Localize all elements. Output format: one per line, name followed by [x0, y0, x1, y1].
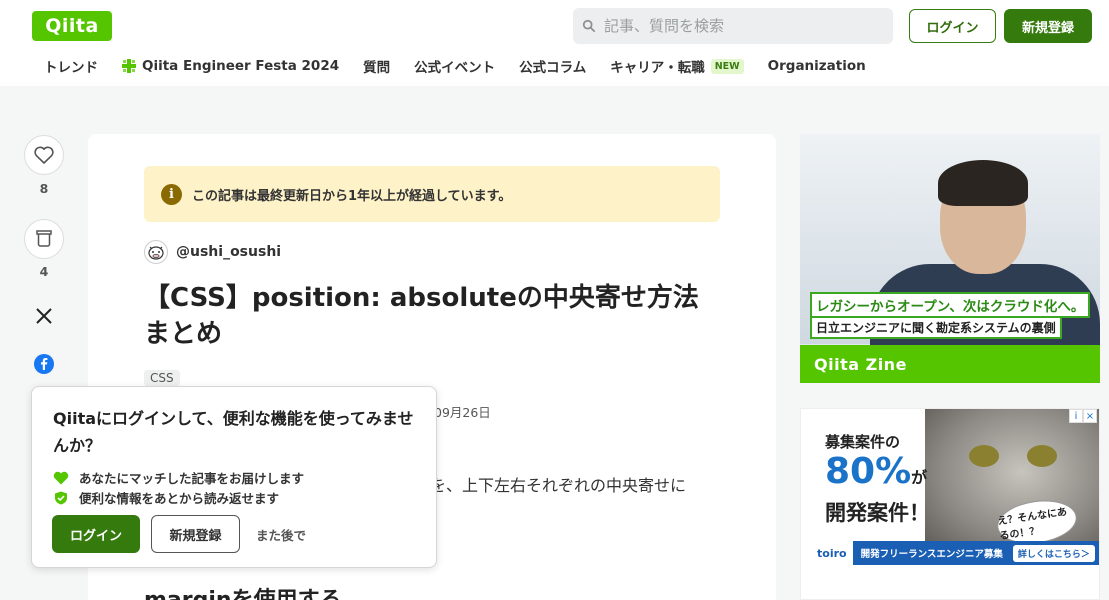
ad-caption-1: レガシーからオープン、次はクラウド化へ。 — [810, 292, 1091, 318]
nav-festa-label: Qiita Engineer Festa 2024 — [142, 58, 340, 74]
outdated-notice: i この記事は最終更新日から1年以上が経過しています。 — [144, 166, 720, 222]
toiro-logo: toiro — [811, 541, 853, 565]
nav-organization[interactable]: Organization — [768, 58, 866, 74]
ad2-bottom-bar: toiro 開発フリーランスエンジニア募集 詳しくはこちら＞ — [811, 541, 1099, 565]
site-header: Qiita ログイン 新規登録 トレンド Qiita Engineer Fest… — [0, 0, 1109, 86]
article-date: 09月26日 — [434, 405, 491, 420]
cat-eye-left — [969, 445, 999, 467]
stock-count: 4 — [39, 264, 49, 279]
popup-later-link[interactable]: また後で — [256, 525, 306, 544]
login-prompt-popup: Qiitaにログインして、便利な機能を使ってみませんか？ あなたにマッチした記事… — [31, 386, 437, 568]
popup-signup-button[interactable]: 新規登録 — [151, 515, 240, 553]
adchoices-icon[interactable]: i — [1069, 409, 1083, 423]
ad2-line3: 開発案件！ — [825, 501, 930, 525]
like-count: 8 — [39, 181, 49, 196]
nav-career-label: キャリア・転職 — [610, 60, 705, 76]
popup-login-button[interactable]: ログイン — [52, 515, 140, 553]
ad2-big-number: 80% — [825, 451, 912, 492]
ad2-ga: が — [911, 468, 928, 487]
facebook-share-button[interactable] — [34, 354, 54, 374]
cat-eye-right — [1027, 445, 1057, 467]
article-subheading: marginを使用する — [144, 582, 342, 600]
author[interactable]: @ushi_osushi — [144, 240, 281, 264]
nav-festa[interactable]: Qiita Engineer Festa 2024 — [122, 58, 339, 74]
ad2-cta-button[interactable]: 詳しくはこちら＞ — [1012, 544, 1095, 562]
article-title: 【CSS】position: absoluteの中央寄せ方法まとめ — [144, 283, 699, 349]
popup-feature-2-text: 便利な情報をあとから読み返せます — [79, 491, 280, 506]
nav-organization-label: Organization — [767, 58, 866, 74]
notice-text: この記事は最終更新日から1年以上が経過しています。 — [192, 188, 512, 204]
x-share-button[interactable] — [34, 306, 54, 326]
ad-caption-2: 日立エンジニアに聞く勘定系システムの裏側 — [810, 316, 1062, 339]
like-button[interactable] — [24, 135, 64, 175]
header-signup-button[interactable]: 新規登録 — [1004, 9, 1092, 43]
info-icon: i — [161, 183, 182, 205]
new-badge: NEW — [710, 58, 744, 74]
article-body-text: を、上下左右それぞれの中央寄せに — [430, 476, 687, 495]
nav-questions[interactable]: 質問 — [363, 56, 390, 76]
ad-person-hair — [938, 160, 1028, 206]
heart-icon — [34, 146, 54, 164]
cow-avatar-icon — [148, 246, 164, 260]
search-box[interactable] — [573, 8, 893, 44]
ad2-percent: 80%が — [825, 451, 927, 492]
tag-css[interactable]: CSS — [144, 370, 180, 386]
avatar — [144, 240, 168, 264]
ad2-bar-text: 開発フリーランスエンジニア募集 — [860, 549, 1003, 560]
nav-questions-label: 質問 — [363, 60, 391, 76]
search-input[interactable] — [604, 17, 884, 35]
qiita-zine-brand: Qiita Zine — [800, 345, 1100, 383]
nav-trend[interactable]: トレンド — [44, 56, 98, 76]
search-icon — [582, 19, 596, 33]
x-icon — [36, 308, 52, 324]
ad2-line1: 募集案件の — [825, 433, 901, 451]
festa-icon — [122, 59, 136, 73]
shield-check-icon — [55, 491, 67, 504]
ad-choices[interactable]: i × — [1069, 409, 1097, 423]
main-nav: トレンド Qiita Engineer Festa 2024 質問 公式イベント… — [44, 56, 890, 76]
close-icon[interactable]: × — [1083, 409, 1097, 423]
popup-feature-2: 便利な情報をあとから読み返せます — [53, 488, 279, 507]
nav-columns-label: 公式コラム — [519, 60, 587, 76]
nav-columns[interactable]: 公式コラム — [519, 56, 586, 76]
nav-events-label: 公式イベント — [414, 60, 496, 76]
stock-icon — [36, 230, 52, 247]
heart-icon — [53, 471, 69, 484]
popup-feature-1: あなたにマッチした記事をお届けします — [53, 468, 304, 487]
popup-title: Qiitaにログインして、便利な機能を使ってみませんか？ — [53, 409, 414, 455]
header-login-button[interactable]: ログイン — [909, 9, 996, 43]
nav-events[interactable]: 公式イベント — [414, 56, 495, 76]
nav-career[interactable]: キャリア・転職 NEW — [610, 56, 744, 76]
toiro-ad[interactable]: 募集案件の 80%が 開発案件！ え？そんなにあるの！？ toiro 開発フリー… — [800, 408, 1100, 600]
facebook-icon — [34, 354, 54, 374]
author-name[interactable]: @ushi_osushi — [176, 244, 281, 260]
qiita-logo[interactable]: Qiita — [32, 11, 112, 41]
stock-button[interactable] — [24, 219, 64, 259]
popup-feature-1-text: あなたにマッチした記事をお届けします — [79, 471, 305, 486]
nav-trend-label: トレンド — [44, 60, 98, 76]
qiita-zine-ad[interactable]: レガシーからオープン、次はクラウド化へ。 日立エンジニアに聞く勘定系システムの裏… — [800, 134, 1100, 383]
